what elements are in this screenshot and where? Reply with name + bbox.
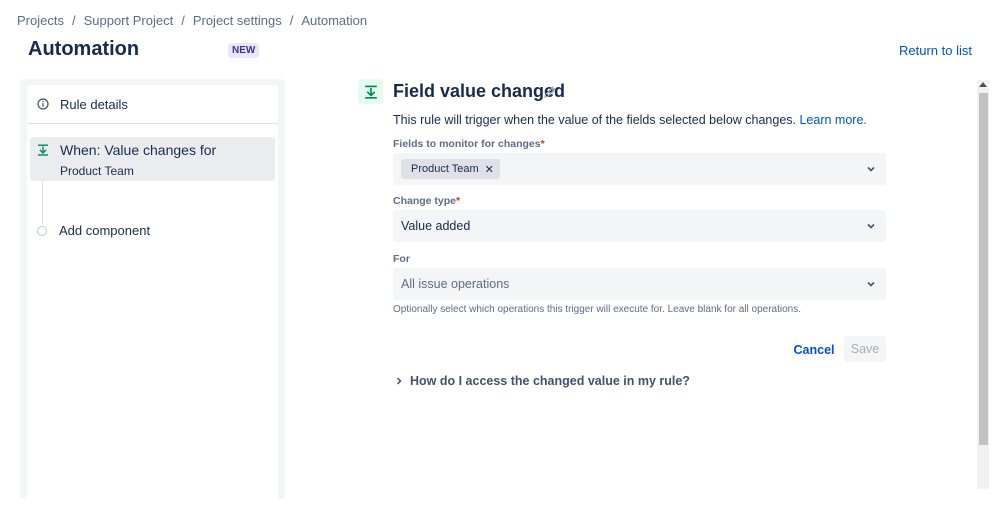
for-help-text: Optionally select which operations this … — [393, 304, 801, 315]
scroll-up-arrow-icon[interactable] — [979, 82, 987, 87]
change-type-select[interactable]: Value added — [393, 210, 886, 242]
add-component-item[interactable]: Add component — [37, 223, 150, 238]
rule-details-item[interactable]: Rule details — [27, 85, 278, 124]
panel-title: Field value changed — [393, 81, 566, 101]
breadcrumb-automation[interactable]: Automation — [301, 13, 367, 28]
rule-components-list: Rule details When: Value changes for Pro… — [27, 85, 278, 505]
change-type-value: Value added — [401, 219, 471, 233]
vertical-scrollbar[interactable] — [977, 80, 989, 489]
trigger-component-item[interactable]: When: Value changes for Product Team — [30, 137, 275, 181]
new-badge: NEW — [228, 43, 260, 58]
change-type-label-text: Change type — [393, 195, 457, 207]
download-icon — [364, 85, 377, 99]
info-icon — [37, 98, 49, 110]
breadcrumb: Projects / Support Project / Project set… — [17, 13, 367, 28]
rule-components-panel: Rule details When: Value changes for Pro… — [20, 79, 285, 505]
breadcrumb-support-project[interactable]: Support Project — [84, 13, 174, 28]
fields-to-monitor-select[interactable]: Product Team ✕ — [393, 153, 886, 185]
breadcrumb-separator: / — [181, 13, 185, 28]
remove-tag-icon[interactable]: ✕ — [485, 163, 494, 176]
scrollbar-thumb[interactable] — [979, 93, 988, 445]
chevron-down-icon — [867, 223, 875, 229]
expander-label: How do I access the changed value in my … — [410, 374, 690, 388]
changed-value-help-expander[interactable]: How do I access the changed value in my … — [395, 374, 690, 388]
component-connector — [42, 181, 43, 225]
save-button[interactable]: Save — [844, 336, 886, 362]
breadcrumb-separator: / — [71, 13, 76, 28]
trigger-type-icon — [358, 79, 383, 104]
tag-label: Product Team — [411, 163, 479, 175]
required-asterisk: * — [540, 138, 545, 150]
panel-description: This rule will trigger when the value of… — [393, 113, 867, 127]
fields-to-monitor-label: Fields to monitor for changes* — [393, 138, 545, 150]
change-type-label: Change type* — [393, 195, 460, 207]
trigger-title: When: Value changes for — [60, 142, 217, 158]
for-operations-select[interactable]: All issue operations — [393, 268, 886, 300]
fields-label-text: Fields to monitor for changes — [393, 138, 541, 150]
chevron-down-icon — [867, 166, 875, 172]
selected-field-tag: Product Team ✕ — [401, 159, 500, 179]
breadcrumb-separator: / — [289, 13, 294, 28]
edit-pencil-icon[interactable] — [543, 85, 557, 99]
learn-more-link[interactable]: Learn more. — [799, 113, 866, 127]
breadcrumb-project-settings[interactable]: Project settings — [193, 13, 282, 28]
breadcrumb-projects[interactable]: Projects — [17, 13, 64, 28]
trigger-download-icon — [38, 144, 48, 156]
description-text: This rule will trigger when the value of… — [393, 113, 796, 127]
chevron-down-icon — [867, 281, 875, 287]
cancel-button[interactable]: Cancel — [790, 337, 838, 363]
trigger-field: Product Team — [60, 164, 134, 178]
rule-details-label: Rule details — [60, 96, 128, 112]
add-component-dot-icon — [37, 225, 47, 236]
required-asterisk: * — [456, 195, 461, 207]
for-label: For — [393, 253, 410, 265]
add-component-label: Add component — [59, 223, 151, 238]
page-title: Automation — [28, 38, 140, 60]
chevron-right-icon — [396, 377, 402, 385]
return-to-list-link[interactable]: Return to list — [899, 43, 972, 58]
for-operations-value: All issue operations — [401, 277, 510, 291]
